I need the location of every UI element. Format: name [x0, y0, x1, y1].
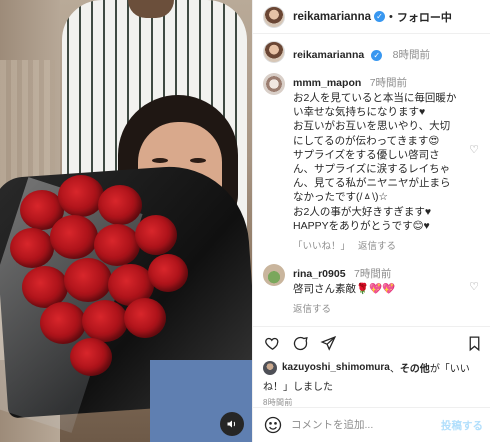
- comment-reply-link[interactable]: 返信する: [358, 238, 396, 252]
- action-bar: [263, 332, 483, 354]
- post-sidebar: reikamarianna ✓ • フォロー中 reikamarianna ✓ 8…: [252, 0, 490, 442]
- comment-bubble-icon[interactable]: [291, 334, 309, 352]
- smiley-icon[interactable]: [263, 415, 283, 435]
- comment-input[interactable]: [291, 419, 441, 431]
- speaker-icon: [227, 420, 236, 428]
- woman-eye-left: [152, 158, 168, 163]
- comment-like-heart-icon[interactable]: ♡: [469, 143, 479, 156]
- author-username[interactable]: reikamarianna: [293, 11, 371, 23]
- post-actions: kazuyoshi_shimomura、その他 が「いい ね！」しました 8時間前: [253, 326, 490, 408]
- rose: [70, 338, 112, 376]
- rose: [98, 185, 142, 225]
- commenter-username[interactable]: mmm_mapon: [293, 77, 361, 89]
- likes-others-link[interactable]: その他: [400, 360, 430, 375]
- comment-likes-link[interactable]: 「いいね！」: [293, 238, 350, 252]
- following-button[interactable]: フォロー中: [397, 9, 452, 25]
- caption-row: reikamarianna ✓ 8時間前: [263, 41, 481, 63]
- rose: [82, 300, 128, 342]
- caption-author-avatar[interactable]: [263, 41, 285, 63]
- liker-avatar[interactable]: [263, 360, 277, 375]
- commenter-username[interactable]: rina_r0905: [293, 268, 346, 280]
- caption-username[interactable]: reikamarianna: [293, 49, 364, 61]
- comment-reply-link[interactable]: 返信する: [293, 301, 331, 315]
- rose: [10, 228, 54, 268]
- add-comment-bar: 投稿する: [253, 407, 490, 442]
- comment-item: rina_r0905 7時間前 啓司さん素敵🌹💖💖 返信する ♡: [263, 264, 481, 315]
- post-header: reikamarianna ✓ • フォロー中: [253, 0, 490, 34]
- rose: [94, 224, 140, 266]
- verified-badge-icon: ✓: [374, 11, 385, 22]
- mute-toggle-button[interactable]: [220, 412, 244, 436]
- comment-text: お2人を見ていると本当に毎回暖か い幸せな気持ちになります♥ お互いがお互いを思…: [293, 92, 457, 232]
- rose: [40, 302, 86, 344]
- likes-summary-continued: ね！」しました: [263, 382, 333, 393]
- comment-like-heart-icon[interactable]: ♡: [469, 280, 479, 293]
- verified-badge-icon: ✓: [371, 50, 383, 61]
- author-avatar[interactable]: [263, 5, 285, 28]
- caption-time[interactable]: 8時間前: [393, 49, 430, 61]
- header-separator: •: [389, 10, 393, 23]
- post-comment-button[interactable]: 投稿する: [441, 418, 483, 433]
- woman-eye-right: [190, 158, 206, 163]
- comment-time[interactable]: 7時間前: [354, 268, 391, 280]
- comment-text: 啓司さん素敵🌹💖💖: [293, 283, 396, 296]
- comment-item: mmm_mapon 7時間前 お2人を見ていると本当に毎回暖か い幸せな気持ちに…: [263, 73, 481, 252]
- comments-list[interactable]: reikamarianna ✓ 8時間前 mmm_mapon 7時間前 お2人を見…: [253, 35, 490, 325]
- paper-plane-icon[interactable]: [319, 334, 337, 352]
- likes-suffix: が「いい: [429, 364, 470, 375]
- rose: [124, 298, 166, 338]
- commenter-avatar[interactable]: [263, 73, 285, 95]
- likes-separator: 、: [389, 364, 400, 375]
- comment-meta: 「いいね！」 返信する: [293, 238, 468, 252]
- rose: [135, 215, 177, 255]
- likes-summary: kazuyoshi_shimomura、その他 が「いい: [263, 360, 483, 375]
- comment-meta: 返信する: [293, 301, 468, 315]
- rose: [148, 254, 188, 292]
- commenter-avatar[interactable]: [263, 264, 285, 287]
- rose: [50, 215, 98, 259]
- post-media[interactable]: [0, 0, 252, 442]
- rose: [64, 258, 112, 302]
- comment-time[interactable]: 7時間前: [370, 77, 407, 89]
- rose: [58, 175, 104, 217]
- heart-icon[interactable]: [263, 334, 281, 352]
- bookmark-icon[interactable]: [465, 334, 483, 352]
- liker-username[interactable]: kazuyoshi_shimomura: [282, 362, 390, 373]
